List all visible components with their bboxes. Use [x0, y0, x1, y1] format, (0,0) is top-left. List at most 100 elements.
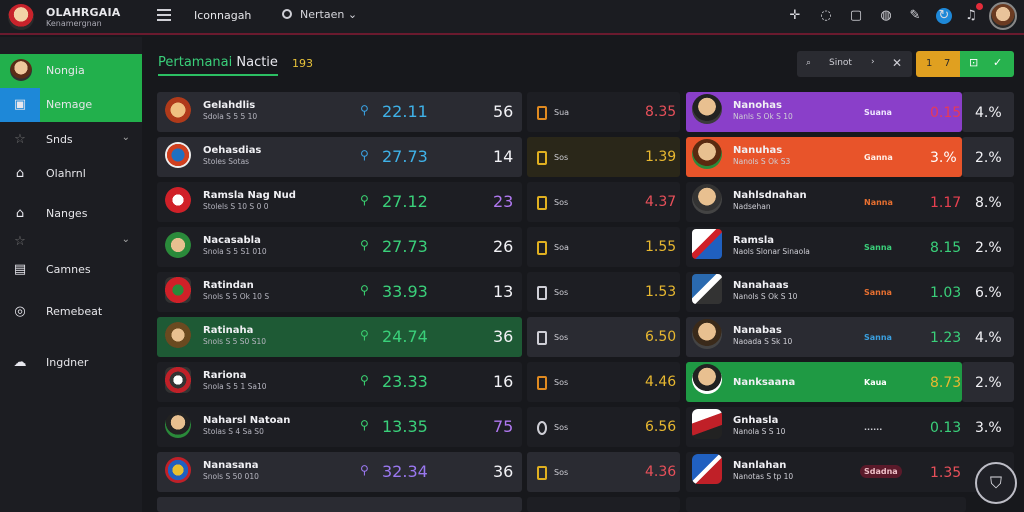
yellow-action-button[interactable]: 1 7 [916, 51, 960, 77]
player-avatar [692, 364, 722, 394]
market-label: Sos [554, 198, 569, 207]
home-icon: ⌂ [15, 166, 25, 181]
green-action-button[interactable]: ⊡ ✓ [960, 51, 1014, 77]
chevron-right-icon[interactable]: › [871, 57, 875, 67]
trend-value: 1.23 [930, 330, 962, 346]
odds-value: 6.50 [645, 329, 677, 345]
bell-icon[interactable]: ♫ [963, 8, 979, 24]
odds-value: 4.37 [645, 194, 677, 210]
close-icon[interactable]: ✕ [892, 56, 902, 70]
result-count: 193 [292, 57, 313, 70]
notification-badge [976, 3, 983, 10]
player-row[interactable] [686, 137, 962, 177]
team-row[interactable] [157, 497, 522, 512]
sidebar-item-label: Remebeat [46, 305, 103, 318]
rank-number: 36 [493, 462, 514, 481]
odds-cell[interactable] [527, 497, 680, 512]
player-row[interactable] [686, 362, 962, 402]
sidebar-item-label: Ingdner [46, 356, 89, 369]
team-crest-icon [165, 142, 191, 168]
square-icon[interactable]: ▢ [848, 8, 864, 24]
location-pin-icon: ⚲ [360, 373, 369, 387]
app-title: OLAHRGAIA [46, 6, 121, 19]
player-name: Nanahaas [733, 280, 789, 291]
page-title[interactable]: Pertamanai Nactie [158, 55, 278, 76]
clipboard-icon [537, 421, 547, 435]
shield-icon[interactable]: ⛉ [975, 462, 1017, 504]
market-label: Soa [554, 243, 569, 252]
star-icon: ☆ [14, 132, 26, 147]
rating-value: 13.35 [382, 417, 428, 436]
trend-value: 1.03 [930, 285, 962, 301]
sidebar-item-snds[interactable]: ☆ Snds ⌄ [0, 123, 142, 157]
sidebar-item-label: Nemage [46, 98, 93, 111]
odds-value: 1.55 [645, 239, 677, 255]
circle-icon [282, 9, 292, 19]
sidebar-item-ingdner[interactable]: ☁ Ingdner [0, 346, 142, 380]
location-pin-icon: ⚲ [360, 418, 369, 432]
status-badge: Nanna [864, 198, 893, 207]
market-label: Sua [554, 108, 570, 117]
search-icon[interactable]: ⌕ [806, 58, 811, 68]
status-badge: Kaua [864, 378, 887, 387]
pen-icon[interactable]: ✎ [907, 8, 923, 24]
picker-label: Nertaen [300, 8, 345, 21]
sidebar-item-camnes[interactable]: ▤ Camnes [0, 253, 142, 287]
rating-value: 27.73 [382, 237, 428, 256]
globe-icon[interactable]: ◍ [878, 8, 894, 24]
percent-value: 4.% [975, 105, 1002, 121]
team-meta: Stolas S 4 Sa S0 [203, 427, 264, 436]
team-name: Rariona [203, 370, 247, 381]
sidebar-item-remebeat[interactable]: ◎ Remebeat [0, 295, 142, 329]
context-picker[interactable]: Nertaen ⌄ [282, 8, 357, 21]
check-icon: ✓ [993, 56, 1003, 69]
sidebar-item-label: Olahrnl [46, 167, 86, 180]
team-meta: Snols S 50 010 [203, 472, 259, 481]
hamburger-menu-icon[interactable] [157, 9, 171, 21]
top-bar: OLAHRGAIA Kenamergnan Iconnagah Nertaen … [0, 0, 1024, 35]
sidebar: Nongia ▣ Nemage ☆ Snds ⌄ ⌂ Olahrnl ⌂ Nan… [0, 37, 142, 512]
odds-value: 4.36 [645, 464, 677, 480]
filter-bar[interactable]: ⌕ Sinot › ✕ [797, 51, 912, 77]
button-label: 1 [926, 58, 933, 69]
clipboard-icon [537, 106, 547, 120]
sync-icon[interactable]: ↻ [936, 8, 952, 24]
sidebar-item-nongia[interactable]: Nongia [0, 54, 142, 88]
location-pin-icon: ⚲ [360, 148, 369, 162]
team-crest-icon [165, 367, 191, 393]
player-row[interactable] [686, 92, 962, 132]
rating-value: 24.74 [382, 327, 428, 346]
team-name: Ramsla Nag Nud [203, 190, 296, 201]
percent-value: 8.% [975, 195, 1002, 211]
player-row[interactable] [686, 497, 966, 512]
chat-icon[interactable]: ◌ [818, 8, 834, 24]
team-crest-icon [165, 232, 191, 258]
market-label: Sos [554, 153, 569, 162]
odds-value: 1.39 [645, 149, 677, 165]
sidebar-item-nemage[interactable]: ▣ Nemage [0, 88, 142, 122]
odds-value: 4.46 [645, 374, 677, 390]
team-name: Nacasabla [203, 235, 261, 246]
player-avatar [692, 274, 722, 304]
breadcrumb[interactable]: Iconnagah [194, 9, 251, 22]
team-meta: Snols S 5 Ok 10 S [203, 292, 270, 301]
player-name: Nanksaana [733, 377, 796, 388]
sidebar-item-olahrnl[interactable]: ⌂ Olahrnl [0, 157, 142, 191]
team-name: Nanasana [203, 460, 259, 471]
sort-label[interactable]: Sinot [829, 58, 852, 68]
status-badge: Ganna [864, 153, 893, 162]
user-avatar[interactable] [989, 2, 1017, 30]
trend-value: 0.15 [930, 105, 962, 121]
player-name: Nahlsdnahan [733, 190, 807, 201]
team-meta: Snola S 5 S1 010 [203, 247, 267, 256]
sidebar-item-label: Camnes [46, 263, 91, 276]
status-badge: Sanna [864, 333, 892, 342]
player-name: Nanohas [733, 100, 782, 111]
rank-number: 36 [493, 327, 514, 346]
app-logo [8, 4, 34, 30]
app-subtitle: Kenamergnan [46, 19, 102, 28]
percent-value: 6.% [975, 285, 1002, 301]
plus-icon[interactable]: ✛ [787, 8, 803, 24]
rank-number: 26 [493, 237, 514, 256]
save-icon: ⊡ [969, 56, 979, 69]
